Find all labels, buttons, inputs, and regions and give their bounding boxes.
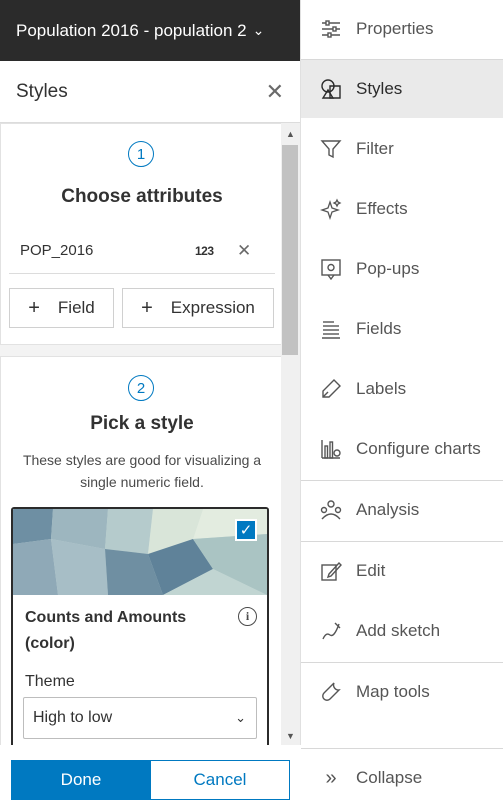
nav-item-effects[interactable]: Effects: [301, 180, 503, 238]
choose-attributes-title: Choose attributes: [61, 186, 223, 207]
plus-icon: +: [141, 296, 153, 319]
info-icon[interactable]: i: [238, 607, 257, 626]
chevron-down-icon: ⌄: [252, 22, 265, 38]
nav-label: Map tools: [356, 682, 430, 701]
nav-label: Fields: [356, 319, 402, 338]
double-chevron-right-icon: »: [325, 766, 337, 789]
nav-label: Configure charts: [356, 439, 481, 458]
sketch-icon: [320, 620, 342, 642]
nav-item-fields[interactable]: Fields: [301, 300, 503, 358]
scroll-up-arrow-icon[interactable]: ▲: [281, 127, 300, 141]
nav-label: Analysis: [356, 500, 420, 519]
style-preview-map: [13, 509, 267, 595]
nav-item-popups[interactable]: Pop-ups: [301, 240, 503, 298]
plus-icon: +: [28, 296, 40, 319]
choose-attributes-section: 1 Choose attributes POP_2016 123 ✕ + Fie…: [0, 123, 282, 345]
analysis-icon: [320, 499, 342, 521]
wrench-icon: [320, 681, 342, 703]
nav-item-filter[interactable]: Filter: [301, 120, 503, 178]
theme-select[interactable]: High to low ⌄: [23, 697, 257, 739]
nav-label: Edit: [356, 561, 386, 580]
styles-scroll-area: 1 Choose attributes POP_2016 123 ✕ + Fie…: [0, 123, 301, 745]
chevron-down-icon: ⌄: [235, 710, 246, 725]
step-number-2: 2: [128, 375, 154, 401]
done-button[interactable]: Done: [11, 760, 151, 800]
list-icon: [320, 318, 342, 340]
attribute-row: POP_2016 123 ✕: [9, 228, 275, 274]
remove-attribute-icon[interactable]: ✕: [237, 241, 251, 261]
nav-label: Collapse: [356, 768, 423, 787]
nav-label: Pop-ups: [356, 259, 420, 278]
pick-style-section: 2 Pick a style These styles are good for…: [0, 356, 282, 745]
nav-item-configure-charts[interactable]: Configure charts: [301, 420, 503, 478]
nav-label: Effects: [356, 199, 408, 218]
pick-style-description: These styles are good for visualizing a …: [22, 452, 262, 490]
style-card-counts-amounts-color[interactable]: ✓ Counts and Amounts (color) i Theme Hig…: [11, 507, 269, 745]
app-root: Population 2016 - population 2 ⌄ Styles …: [0, 0, 503, 807]
popup-icon: [320, 258, 342, 280]
scrollbar-thumb[interactable]: [282, 145, 298, 355]
style-card-title: Counts and Amounts (color): [25, 609, 187, 652]
number-type-icon: 123: [195, 243, 214, 258]
pick-style-title: Pick a style: [90, 413, 194, 434]
layer-selector[interactable]: Population 2016 - population 2 ⌄: [0, 0, 300, 61]
add-expression-button[interactable]: + Expression: [122, 288, 274, 328]
sparkle-icon: [320, 198, 342, 220]
step-number-1: 1: [128, 141, 154, 167]
scroll-down-arrow-icon[interactable]: ▼: [281, 729, 300, 743]
theme-value: High to low: [33, 709, 113, 726]
panel-footer: Done Cancel: [0, 745, 301, 807]
add-field-label: Field: [57, 298, 95, 317]
scrollbar[interactable]: ▲ ▼: [281, 123, 300, 745]
close-icon[interactable]: ✕: [266, 80, 284, 103]
nav-item-labels[interactable]: Labels: [301, 360, 503, 418]
cancel-button[interactable]: Cancel: [150, 760, 290, 800]
nav-label: Filter: [356, 139, 394, 158]
styles-panel: Population 2016 - population 2 ⌄ Styles …: [0, 0, 301, 807]
nav-item-edit[interactable]: Edit: [301, 542, 503, 600]
collapse-button[interactable]: » Collapse: [301, 749, 503, 807]
nav-label: Add sketch: [356, 621, 441, 640]
checked-checkbox-icon[interactable]: ✓: [235, 519, 257, 541]
chart-icon: [320, 438, 342, 460]
theme-label: Theme: [25, 673, 75, 690]
attribute-name: POP_2016: [20, 242, 94, 259]
settings-nav: Properties Styles Filter Effects Pop-ups…: [301, 0, 503, 807]
sliders-icon: [320, 18, 342, 40]
nav-item-properties[interactable]: Properties: [301, 0, 503, 58]
nav-label: Styles: [356, 79, 403, 98]
add-field-button[interactable]: + Field: [9, 288, 114, 328]
add-expression-label: Expression: [170, 298, 255, 317]
shapes-icon: [320, 78, 342, 100]
edit-icon: [320, 560, 342, 582]
nav-item-add-sketch[interactable]: Add sketch: [301, 602, 503, 660]
label-tag-icon: [320, 378, 342, 400]
nav-label: Properties: [356, 19, 434, 38]
nav-item-map-tools[interactable]: Map tools: [301, 663, 503, 721]
panel-title: Styles: [16, 80, 68, 102]
nav-label: Labels: [356, 379, 407, 398]
layer-title: Population 2016 - population 2: [16, 20, 247, 40]
panel-header: Styles ✕: [0, 61, 300, 123]
nav-item-analysis[interactable]: Analysis: [301, 481, 503, 539]
filter-icon: [320, 138, 342, 160]
nav-item-styles[interactable]: Styles: [301, 60, 503, 118]
